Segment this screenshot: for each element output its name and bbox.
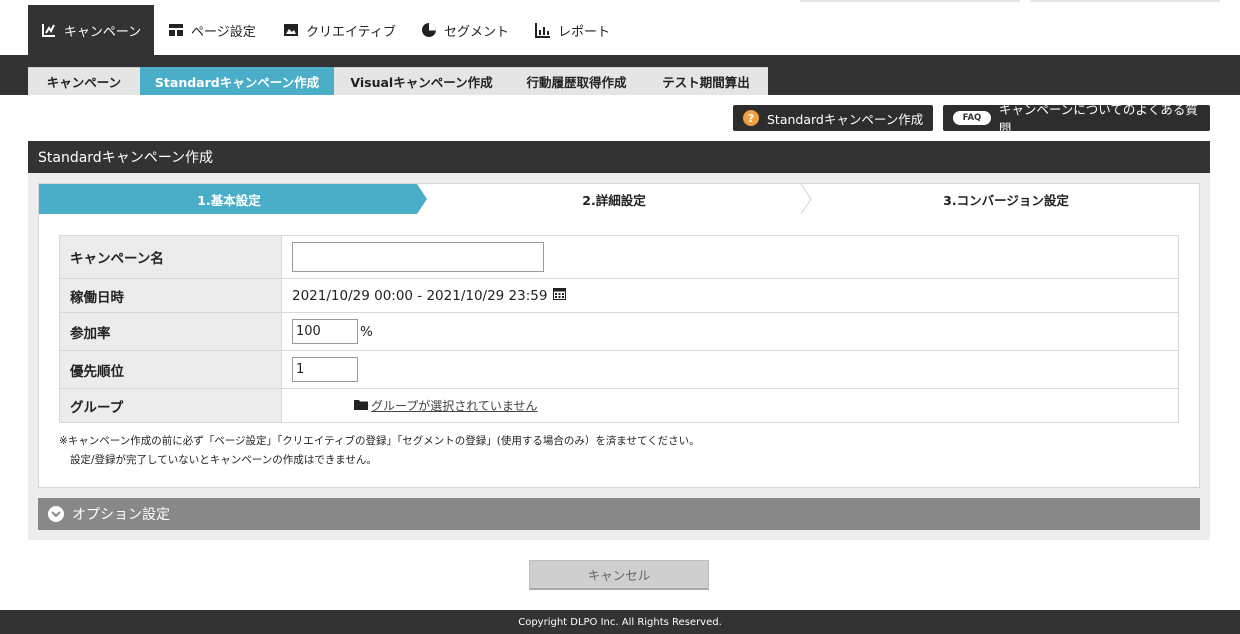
layout-icon	[168, 22, 184, 38]
note-line-1: ※キャンペーン作成の前に必ず「ページ設定」「クリエイティブの登録」「セグメントの…	[59, 435, 700, 447]
priority-label: 優先順位	[60, 351, 282, 388]
nav-item-segment[interactable]: セグメント	[421, 5, 509, 55]
row-rate: 参加率 %	[59, 313, 1179, 351]
footer-copyright: Copyright DLPO Inc. All Rights Reserved.	[0, 610, 1240, 634]
faq-label: キャンペーンについてのよくある質問	[998, 102, 1198, 136]
standard-help-button[interactable]: ? Standardキャンペーン作成	[733, 105, 933, 131]
chevron-down-icon	[48, 506, 64, 522]
step-basic-settings: 1.基本設定	[197, 192, 261, 208]
top-deco-bar-left	[800, 0, 1020, 2]
period-label: 稼働日時	[60, 279, 282, 312]
nav-item-label: ページ設定	[191, 24, 256, 40]
priority-input[interactable]	[292, 357, 358, 382]
note-line-2: 設定/登録が完了していないとキャンペーンの作成はできません。	[70, 454, 377, 466]
campaign-name-input[interactable]	[292, 242, 544, 272]
group-select-link[interactable]: グループが選択されていません	[371, 397, 538, 414]
rate-input[interactable]	[292, 319, 358, 344]
pie-chart-icon	[421, 22, 437, 38]
faq-button[interactable]: FAQ キャンペーンについてのよくある質問	[943, 102, 1210, 136]
nav-item-label: クリエイティブ	[306, 24, 396, 40]
tab-visual-campaign[interactable]: Visualキャンペーン作成	[334, 67, 509, 95]
nav-item-page-settings[interactable]: ページ設定	[168, 5, 256, 55]
nav-item-label: セグメント	[444, 24, 510, 40]
step-indicator: 1.基本設定 2.詳細設定 3.コンバージョン設定	[38, 183, 1200, 215]
nav-item-campaign[interactable]: キャンペーン	[28, 5, 154, 55]
campaign-chart-icon	[41, 22, 57, 38]
image-icon	[283, 22, 299, 38]
option-settings-toggle[interactable]: オプション設定	[38, 498, 1200, 530]
nav-item-label: キャンペーン	[63, 24, 142, 40]
step-detail-settings: 2.詳細設定	[582, 192, 646, 208]
nav-item-report[interactable]: レポート	[535, 5, 610, 55]
row-campaign-name: キャンペーン名	[59, 235, 1179, 279]
bar-chart-icon	[535, 22, 551, 38]
question-icon: ?	[743, 110, 759, 126]
faq-icon: FAQ	[953, 111, 991, 125]
campaign-name-label: キャンペーン名	[60, 236, 282, 278]
calendar-icon[interactable]	[553, 287, 567, 304]
nav-item-label: レポート	[558, 24, 611, 40]
group-label: グループ	[60, 389, 282, 422]
top-deco-bar-right	[1030, 0, 1220, 2]
row-priority: 優先順位	[59, 351, 1179, 389]
standard-help-label: Standardキャンペーン作成	[767, 111, 924, 127]
tab-test-period[interactable]: テスト期間算出	[644, 67, 768, 95]
tab-standard-campaign[interactable]: Standardキャンペーン作成	[140, 67, 334, 95]
tab-behavior-history[interactable]: 行動履歴取得作成	[509, 67, 644, 95]
folder-icon	[354, 399, 368, 413]
section-title: Standardキャンペーン作成	[28, 141, 1210, 173]
tab-campaign[interactable]: キャンペーン	[28, 67, 140, 95]
nav-item-creative[interactable]: クリエイティブ	[283, 5, 396, 55]
row-period: 稼働日時 2021/10/29 00:00 - 2021/10/29 23:59	[59, 279, 1179, 313]
rate-unit: %	[360, 323, 373, 340]
step-conversion-settings: 3.コンバージョン設定	[943, 192, 1069, 208]
row-group: グループ グループが選択されていません	[59, 389, 1179, 423]
top-navigation: キャンペーン ページ設定 クリエイティブ セグメント レポート	[0, 0, 1240, 55]
period-value[interactable]: 2021/10/29 00:00 - 2021/10/29 23:59	[292, 288, 547, 304]
cancel-button[interactable]: キャンセル	[529, 560, 709, 590]
option-settings-label: オプション設定	[72, 507, 170, 523]
rate-label: 参加率	[60, 313, 282, 350]
